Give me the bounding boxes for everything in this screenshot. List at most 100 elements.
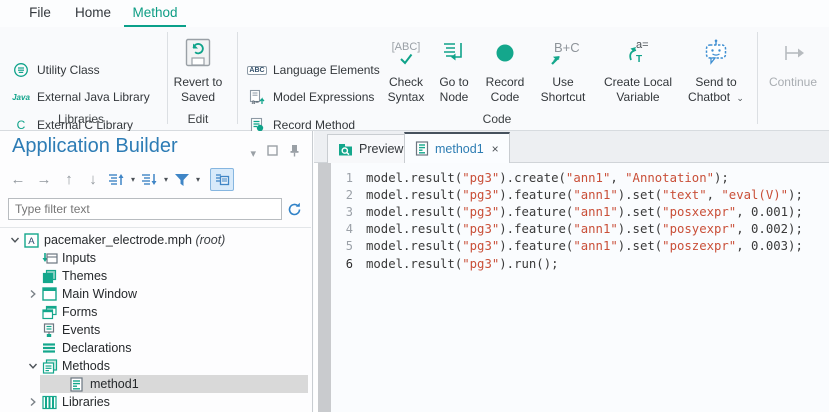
language-elements-button[interactable]: ABC Language Elements xyxy=(248,57,380,83)
chevron-right-icon[interactable] xyxy=(24,289,42,299)
tree-item-label: Libraries xyxy=(62,395,110,409)
tree-item-themes[interactable]: Themes xyxy=(0,267,311,285)
edit-group-label: Edit xyxy=(164,112,232,126)
ribbon-separator xyxy=(757,32,758,124)
code-text: model.result("pg3").feature("ann1").set(… xyxy=(366,239,803,253)
window-icon xyxy=(42,287,62,301)
maximize-icon[interactable] xyxy=(267,145,278,156)
line-number: 3 xyxy=(331,205,353,219)
ribbon-separator xyxy=(237,32,238,124)
external-java-library-button[interactable]: Java External Java Library xyxy=(12,84,150,110)
tab-method[interactable]: Method xyxy=(128,0,182,27)
tab-home[interactable]: Home xyxy=(72,0,114,27)
application-tree: Apacemaker_electrode.mph (root) Inputs The… xyxy=(0,227,311,412)
chevron-down-icon[interactable] xyxy=(24,361,42,371)
continue-icon xyxy=(778,31,808,75)
nav-forward-icon[interactable]: → xyxy=(34,168,54,190)
themes-icon xyxy=(42,269,62,284)
utility-class-button[interactable]: Utility Class xyxy=(12,57,100,83)
forms-icon xyxy=(42,305,62,320)
code-line-4[interactable]: 4 model.result("pg3").feature("ann1").set… xyxy=(331,221,829,238)
tree-item-libraries[interactable]: Libraries xyxy=(0,393,311,411)
code-text: model.result("pg3").feature("ann1").set(… xyxy=(366,188,803,202)
tree-item-method1[interactable]: method1 xyxy=(0,375,311,393)
code-line-2[interactable]: 2model.result("pg3").feature("ann1").set… xyxy=(331,186,829,203)
tree-item-label: Inputs xyxy=(62,251,96,265)
filter-dropdown[interactable]: ▾ xyxy=(196,168,200,190)
line-number: 5 xyxy=(331,239,353,253)
revert-to-saved-icon xyxy=(183,31,213,75)
move-up-icon[interactable]: ↑ xyxy=(60,168,78,190)
svg-text:B+C: B+C xyxy=(554,40,580,55)
code-text: model.result("pg3").create("ann1", "Anno… xyxy=(366,171,729,185)
collapse-all-dropdown[interactable]: ▾ xyxy=(164,168,168,190)
use-shortcut-icon: B+C xyxy=(546,31,580,75)
method-editor: Preview method1 × 1model.result("pg3").c… xyxy=(314,131,829,412)
tree-item-main-window[interactable]: Main Window xyxy=(0,285,311,303)
editor-scrollbar[interactable] xyxy=(318,163,331,412)
code-text: model.result("pg3").feature("ann1").set(… xyxy=(366,222,803,236)
tab-method1[interactable]: method1 × xyxy=(404,132,510,163)
panel-menu-chevron-icon[interactable]: ▾ xyxy=(250,147,256,160)
line-number: 4 xyxy=(331,222,353,236)
tree-item-label: pacemaker_electrode.mph (root) xyxy=(44,233,225,247)
comsol-application-builder-window: File Home Method Utility Class Java Exte… xyxy=(0,0,829,412)
code-line-5[interactable]: 5 model.result("pg3").feature("ann1").set… xyxy=(331,238,829,255)
preview-icon xyxy=(338,142,353,157)
pin-icon[interactable] xyxy=(289,144,300,157)
model-builder-node-toggle[interactable] xyxy=(210,168,234,191)
libraries-icon xyxy=(42,395,62,410)
tree-item-methods[interactable]: Methods xyxy=(0,357,311,375)
tree-item-declarations[interactable]: Declarations xyxy=(0,339,311,357)
method-doc-icon xyxy=(415,141,429,156)
expand-all-icon[interactable] xyxy=(108,168,125,190)
collapse-all-icon[interactable] xyxy=(141,168,158,190)
go-to-node-icon xyxy=(441,31,467,75)
check-syntax-button[interactable]: [ABC] Check Syntax xyxy=(379,31,433,123)
use-shortcut-button[interactable]: B+C Use Shortcut xyxy=(533,31,593,123)
record-code-button[interactable]: Record Code xyxy=(478,31,532,123)
tab-file[interactable]: File xyxy=(24,0,56,27)
application-builder-panel: Application Builder ▾ ← → ↑ ↓ ▾ ▾ xyxy=(0,131,313,412)
tree-item-inputs[interactable]: Inputs xyxy=(0,249,311,267)
model-expressions-icon: a= xyxy=(248,89,266,105)
menubar: File Home Method xyxy=(0,0,829,27)
move-down-icon[interactable]: ↓ xyxy=(84,168,102,190)
tree-item-label: Events xyxy=(62,323,100,337)
code-line-1[interactable]: 1model.result("pg3").create("ann1", "Ann… xyxy=(331,169,829,186)
close-icon[interactable]: × xyxy=(492,142,499,156)
ribbon: Utility Class Java External Java Library… xyxy=(0,27,829,131)
refresh-icon[interactable] xyxy=(284,198,304,220)
filter-icon[interactable] xyxy=(174,168,190,190)
panel-toolbar: ← → ↑ ↓ ▾ ▾ ▾ xyxy=(8,167,234,191)
app-icon: A xyxy=(24,233,44,248)
tree-item-label: Themes xyxy=(62,269,107,283)
chevron-down-icon[interactable] xyxy=(6,235,24,245)
chatbot-icon xyxy=(701,31,731,75)
code-line-6[interactable]: 6model.result("pg3").run(); xyxy=(331,255,829,272)
create-local-variable-button[interactable]: a=T Create Local Variable xyxy=(594,31,682,123)
go-to-node-button[interactable]: Go to Node xyxy=(430,31,478,123)
code-text: model.result("pg3").run(); xyxy=(366,257,559,271)
tree-item-events[interactable]: Events xyxy=(0,321,311,339)
nav-back-icon[interactable]: ← xyxy=(8,168,28,190)
code-line-3[interactable]: 3model.result("pg3").feature("ann1").set… xyxy=(331,203,829,220)
revert-to-saved-button[interactable]: Revert to Saved xyxy=(164,31,232,123)
send-to-chatbot-button[interactable]: Send to Chatbot ⌄ xyxy=(678,31,754,123)
create-local-variable-icon: a=T xyxy=(623,31,653,75)
inputs-icon xyxy=(42,251,62,266)
chevron-right-icon[interactable] xyxy=(24,397,42,407)
libraries-group-label: Libraries xyxy=(16,112,146,126)
tree-item-pacemaker-electrode-mph[interactable]: Apacemaker_electrode.mph (root) xyxy=(0,231,311,249)
utility-class-icon xyxy=(12,62,30,78)
tab-preview[interactable]: Preview xyxy=(327,134,414,163)
tree-item-label: Methods xyxy=(62,359,110,373)
filter-input[interactable] xyxy=(8,198,282,220)
check-syntax-icon: [ABC] xyxy=(392,31,421,75)
continue-button[interactable]: Continue xyxy=(762,31,824,123)
expand-all-dropdown[interactable]: ▾ xyxy=(131,168,135,190)
editor-tabstrip: Preview method1 × xyxy=(314,131,829,163)
tree-item-forms[interactable]: Forms xyxy=(0,303,311,321)
model-expressions-button[interactable]: a= Model Expressions xyxy=(248,84,374,110)
code-pane[interactable]: 1model.result("pg3").create("ann1", "Ann… xyxy=(331,163,829,412)
